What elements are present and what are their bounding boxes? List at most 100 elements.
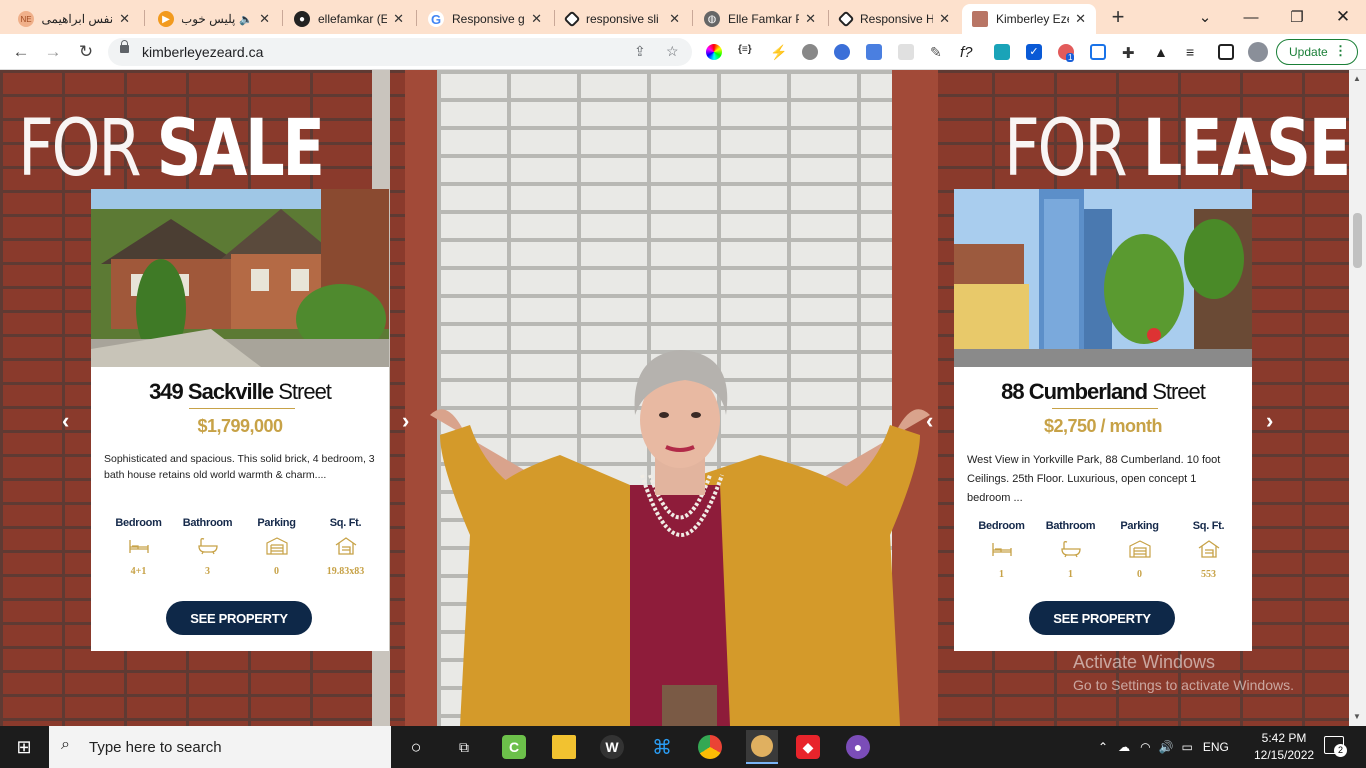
maximize-button[interactable]: ❐	[1274, 0, 1320, 34]
edge-extension-icon[interactable]	[834, 44, 850, 60]
github-desktop-icon[interactable]: ●	[846, 735, 870, 759]
page-scrollbar[interactable]: ▲ ▼	[1349, 70, 1366, 726]
spec-value: 0	[1137, 569, 1142, 580]
listing-card-sale: 349 Sackville Street $1,799,000 Sophisti…	[91, 189, 389, 651]
close-icon[interactable]: ✕	[1075, 11, 1086, 27]
tab-2[interactable]: ● ellefamkar (El ✕	[284, 4, 414, 34]
translate-extension-icon[interactable]	[866, 44, 882, 60]
star-icon[interactable]: ☆	[666, 43, 679, 60]
chevron-up-icon[interactable]: ⌃	[1098, 740, 1108, 754]
language-indicator[interactable]: ENG	[1203, 740, 1229, 754]
scroll-down-icon[interactable]: ▼	[1353, 712, 1361, 721]
close-icon[interactable]: ✕	[669, 11, 680, 27]
notification-icon[interactable]: 2	[1324, 736, 1347, 757]
taskbar-search-box[interactable]: ⌕ Type here to search	[49, 726, 391, 768]
spec-bathroom: Bathroom 3	[178, 517, 238, 577]
tab-5[interactable]: ◍ Elle Famkar P ✕	[694, 4, 826, 34]
gear-extension-icon[interactable]	[802, 44, 818, 60]
color-picker-extension-icon[interactable]	[706, 44, 722, 60]
notification-extension-icon[interactable]: 1	[1058, 44, 1075, 62]
chrome-icon[interactable]	[698, 735, 722, 759]
update-button[interactable]: Update ⋮	[1276, 39, 1358, 65]
more-icon[interactable]: ⋮	[1334, 43, 1347, 59]
close-icon[interactable]: ✕	[259, 11, 270, 27]
screen-capture-icon[interactable]	[1090, 44, 1106, 60]
scroll-thumb[interactable]	[1353, 213, 1362, 268]
check-extension-icon[interactable]: ✓	[1026, 44, 1042, 60]
volume-icon[interactable]: 🔊	[1159, 740, 1174, 754]
brave-icon[interactable]: ◆	[796, 735, 820, 759]
battery-icon[interactable]: ▭	[1182, 740, 1193, 754]
page-viewport: FOR SALE FOR LEASE 349 Sackville Street …	[0, 70, 1349, 726]
puzzle-icon[interactable]: ✚	[1122, 44, 1138, 62]
minimize-button[interactable]: —	[1228, 0, 1274, 34]
tab-6[interactable]: Responsive H ✕	[830, 4, 960, 34]
house-icon	[335, 537, 356, 555]
property-photo-cumberland[interactable]	[954, 189, 1252, 367]
tab-title: ellefamkar (El	[318, 12, 388, 26]
see-property-button[interactable]: SEE PROPERTY	[1029, 601, 1175, 635]
tab-0[interactable]: NE نفس ابراهيمی ✕	[8, 4, 140, 34]
camtasia-icon[interactable]: C	[502, 735, 526, 759]
tab-7-active[interactable]: Kimberley Eze ✕	[962, 4, 1096, 34]
vscode-icon[interactable]: ⌘	[650, 735, 674, 759]
chevron-left-icon[interactable]: ‹	[926, 408, 933, 434]
eyedropper-icon[interactable]: ✎	[930, 44, 946, 60]
title-divider	[1052, 408, 1158, 409]
listing-price: $1,799,000	[197, 416, 283, 436]
spec-value: 553	[1201, 569, 1216, 580]
tab-4[interactable]: responsive sli ✕	[556, 4, 690, 34]
listing-title[interactable]: 88 Cumberland Street	[954, 379, 1252, 405]
tile-extension-icon[interactable]	[994, 44, 1010, 60]
cortana-icon[interactable]: ○	[404, 735, 428, 759]
task-view-icon[interactable]: ⧉	[452, 735, 476, 759]
windows-start-icon[interactable]: ⊞	[12, 735, 36, 759]
tab-1[interactable]: ▶ پلیس خوب 🔈 ✕	[148, 4, 280, 34]
close-icon[interactable]: ✕	[531, 11, 542, 27]
speaker-icon[interactable]: 🔈	[239, 13, 253, 26]
close-icon[interactable]: ✕	[393, 11, 404, 27]
close-icon[interactable]: ✕	[805, 11, 816, 27]
update-label: Update	[1289, 45, 1328, 59]
for-lease-heading: FOR LEASE	[1004, 110, 1349, 188]
street-suffix: Street	[278, 379, 332, 404]
close-icon[interactable]: ✕	[119, 11, 130, 27]
new-tab-button[interactable]: +	[1106, 4, 1130, 29]
tab-search-icon[interactable]: ⌄	[1182, 0, 1228, 34]
lightning-extension-icon[interactable]: ⚡	[770, 44, 787, 60]
see-property-button[interactable]: SEE PROPERTY	[166, 601, 312, 635]
chrome-profile-icon[interactable]	[746, 730, 778, 764]
scroll-up-icon[interactable]: ▲	[1353, 74, 1361, 83]
chevron-right-icon[interactable]: ›	[1266, 408, 1273, 434]
webstorm-icon[interactable]: W	[600, 735, 624, 759]
spec-label: Sq. Ft.	[1192, 520, 1225, 532]
activate-windows-subtitle: Go to Settings to activate Windows.	[1073, 677, 1294, 693]
share-icon[interactable]: ⇪	[634, 43, 646, 60]
url-text[interactable]: kimberleyezeard.ca	[142, 44, 263, 60]
tab-3[interactable]: G Responsive gi ✕	[418, 4, 552, 34]
forward-arrow-icon[interactable]: →	[40, 40, 66, 64]
chevron-left-icon[interactable]: ‹	[62, 408, 69, 434]
side-panel-icon[interactable]	[1218, 44, 1234, 60]
avatar[interactable]	[1248, 42, 1268, 62]
json-extension-icon[interactable]: {≡}	[738, 44, 754, 60]
function-extension-icon[interactable]: f?	[960, 44, 982, 61]
lock-icon[interactable]	[120, 40, 129, 53]
spec-value: 1	[1068, 569, 1073, 580]
reload-icon[interactable]: ↻	[73, 40, 99, 64]
url-bar[interactable]: kimberleyezeard.ca ⇪ ☆	[108, 38, 692, 66]
close-icon[interactable]: ✕	[939, 11, 950, 27]
close-window-button[interactable]: ✕	[1320, 0, 1366, 34]
flask-icon[interactable]: ▲	[1154, 44, 1170, 60]
for-sale-heading: FOR SALE	[18, 110, 325, 188]
wifi-icon[interactable]: ◠	[1140, 740, 1150, 754]
property-photo-sackville[interactable]	[91, 189, 389, 367]
grid-extension-icon[interactable]	[898, 44, 914, 60]
cloud-icon[interactable]: ☁	[1118, 740, 1130, 754]
file-explorer-icon[interactable]	[552, 735, 576, 759]
clock[interactable]: 5:42 PM 12/15/2022	[1254, 730, 1314, 764]
back-arrow-icon[interactable]: ←	[8, 40, 34, 64]
chevron-right-icon[interactable]: ›	[402, 408, 409, 434]
listing-title[interactable]: 349 Sackville Street	[91, 379, 389, 405]
media-queue-icon[interactable]: ≡	[1186, 44, 1202, 60]
